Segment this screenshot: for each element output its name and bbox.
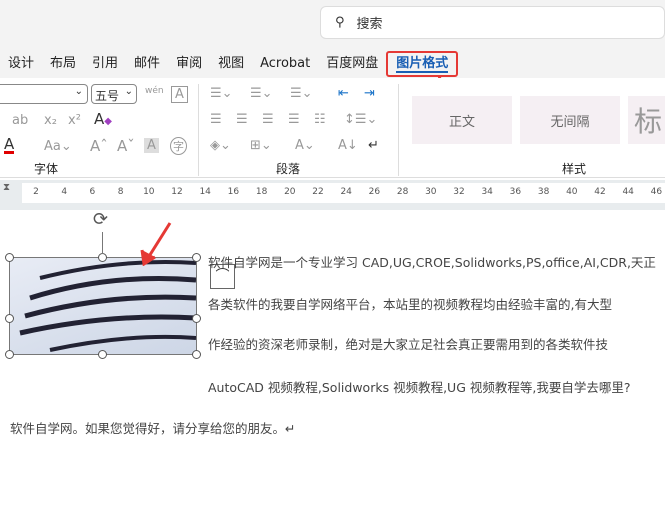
ribbon-tabs: 设计 布局 引用 邮件 审阅 视图 Acrobat 百度网盘 图片格式 bbox=[0, 50, 459, 78]
indent-marker-icon[interactable]: ⧗ bbox=[3, 182, 10, 193]
tab-mailings[interactable]: 邮件 bbox=[126, 51, 168, 77]
divider bbox=[398, 84, 399, 176]
increase-indent-icon[interactable]: ⇥ bbox=[364, 86, 375, 101]
ruler-tick: 46 bbox=[650, 187, 663, 197]
resize-handle[interactable] bbox=[5, 253, 14, 262]
char-shading-icon[interactable]: A bbox=[144, 138, 159, 153]
grow-font-icon[interactable]: Aˆ bbox=[90, 137, 108, 155]
bullets-icon[interactable]: ☰⌄ bbox=[210, 86, 233, 101]
paragraph-line: 软件自学网是一个专业学习 CAD,UG,CROE,Solidworks,PS,o… bbox=[208, 255, 656, 270]
shrink-font-icon[interactable]: Aˇ bbox=[117, 137, 135, 155]
change-case-icon[interactable]: Aa⌄ bbox=[44, 139, 72, 154]
paragraph-line: AutoCAD 视频教程,Solidworks 视频教程,UG 视频教程等,我要… bbox=[208, 380, 631, 395]
search-icon: ⚲ bbox=[335, 15, 345, 30]
ruler-tick: 38 bbox=[537, 187, 550, 197]
resize-handle[interactable] bbox=[98, 350, 107, 359]
style-normal[interactable]: 正文 bbox=[412, 96, 512, 144]
justify-icon[interactable]: ☰ bbox=[288, 112, 300, 127]
ruler-tick: 24 bbox=[340, 187, 352, 197]
tab-acrobat[interactable]: Acrobat bbox=[252, 51, 318, 77]
clear-format-icon[interactable]: A◆ bbox=[94, 110, 112, 128]
numbering-icon[interactable]: ☰⌄ bbox=[250, 86, 273, 101]
tab-picture-format[interactable]: 图片格式 bbox=[386, 51, 459, 77]
superscript-icon[interactable]: x² bbox=[68, 113, 81, 128]
align-center-icon[interactable]: ☰ bbox=[236, 112, 248, 127]
styles-group-label: 样式 bbox=[562, 162, 587, 176]
resize-handle[interactable] bbox=[192, 314, 201, 323]
tab-view[interactable]: 视图 bbox=[210, 51, 252, 77]
show-marks-icon[interactable]: ↵ bbox=[368, 138, 379, 153]
borders-icon[interactable]: ⊞⌄ bbox=[250, 138, 272, 153]
tab-baidu[interactable]: 百度网盘 bbox=[318, 51, 386, 77]
ruler-tick: 4 bbox=[61, 187, 68, 197]
resize-handle[interactable] bbox=[98, 253, 107, 262]
strikethrough-icon[interactable]: ab bbox=[12, 113, 28, 128]
subscript-icon[interactable]: x₂ bbox=[44, 113, 57, 128]
enclose-char-icon[interactable]: 字 bbox=[170, 137, 187, 155]
ruler-tick: 2 bbox=[33, 187, 39, 197]
text-direction-icon[interactable]: A⌄ bbox=[295, 138, 315, 153]
ruler-tick: 16 bbox=[227, 187, 240, 197]
phonetic-guide-icon[interactable]: wén bbox=[145, 86, 164, 96]
resize-handle[interactable] bbox=[192, 350, 201, 359]
font-size-select[interactable]: 五号 ⌄ bbox=[91, 84, 137, 104]
decrease-indent-icon[interactable]: ⇤ bbox=[338, 86, 349, 101]
resize-handle[interactable] bbox=[5, 314, 14, 323]
ruler-tick: 22 bbox=[312, 187, 324, 197]
paragraph-group-label: 段落 bbox=[276, 162, 301, 176]
ruler-tick: 8 bbox=[117, 187, 124, 197]
ruler-tick: 20 bbox=[284, 187, 296, 197]
search-box[interactable]: ⚲ 搜索 bbox=[320, 6, 665, 39]
ruler-tick: 32 bbox=[453, 187, 465, 197]
ruler-tick: 42 bbox=[594, 187, 606, 197]
tab-review[interactable]: 审阅 bbox=[168, 51, 210, 77]
ruler-tick: 26 bbox=[368, 187, 381, 197]
ruler-tick: 40 bbox=[566, 187, 578, 197]
ruler-tick: 12 bbox=[171, 187, 183, 197]
ruler-tick: 18 bbox=[255, 187, 268, 197]
paragraph-line: 各类软件的我要自学网络平台，本站里的视频教程均由经验丰富的,有大型 bbox=[208, 297, 612, 312]
ruler-tick: 30 bbox=[425, 187, 437, 197]
tab-design[interactable]: 设计 bbox=[0, 51, 42, 77]
ruler-tick: 28 bbox=[396, 187, 409, 197]
tab-references[interactable]: 引用 bbox=[84, 51, 126, 77]
align-left-icon[interactable]: ☰ bbox=[210, 112, 222, 127]
rotate-handle-icon[interactable]: ⟳ bbox=[93, 209, 108, 230]
font-color-icon[interactable]: A bbox=[4, 137, 15, 154]
ruler-tick: 6 bbox=[89, 187, 96, 197]
char-border-icon[interactable]: A bbox=[171, 86, 188, 103]
ruler-tick: 36 bbox=[509, 187, 522, 197]
ruler-tick: 44 bbox=[622, 187, 634, 197]
font-name-select[interactable]: ⌄ bbox=[0, 84, 88, 104]
paragraph-line: 软件自学网。如果您觉得好，请分享给您的朋友。↵ bbox=[10, 421, 296, 436]
ruler-tick: 34 bbox=[481, 187, 493, 197]
divider bbox=[198, 84, 199, 176]
red-arrow-icon bbox=[140, 222, 172, 266]
align-right-icon[interactable]: ☰ bbox=[262, 112, 274, 127]
line-spacing-icon[interactable]: ↕☰⌄ bbox=[344, 112, 377, 127]
resize-handle[interactable] bbox=[5, 350, 14, 359]
multilevel-list-icon[interactable]: ☰⌄ bbox=[290, 86, 313, 101]
shading-icon[interactable]: ◈⌄ bbox=[210, 138, 231, 153]
style-heading[interactable]: 标 bbox=[628, 96, 665, 144]
distributed-icon[interactable]: ☷ bbox=[314, 112, 326, 127]
paragraph-line: 作经验的资深老师录制，绝对是大家立足社会真正要需用到的各类软件技 bbox=[208, 337, 609, 352]
ruler-tick: 10 bbox=[143, 187, 155, 197]
style-no-spacing[interactable]: 无间隔 bbox=[520, 96, 620, 144]
tab-layout[interactable]: 布局 bbox=[42, 51, 84, 77]
sort-icon[interactable]: A↓ bbox=[338, 138, 358, 153]
font-group-label: 字体 bbox=[34, 162, 59, 176]
resize-handle[interactable] bbox=[192, 253, 201, 262]
ruler-tick: 14 bbox=[199, 187, 211, 197]
